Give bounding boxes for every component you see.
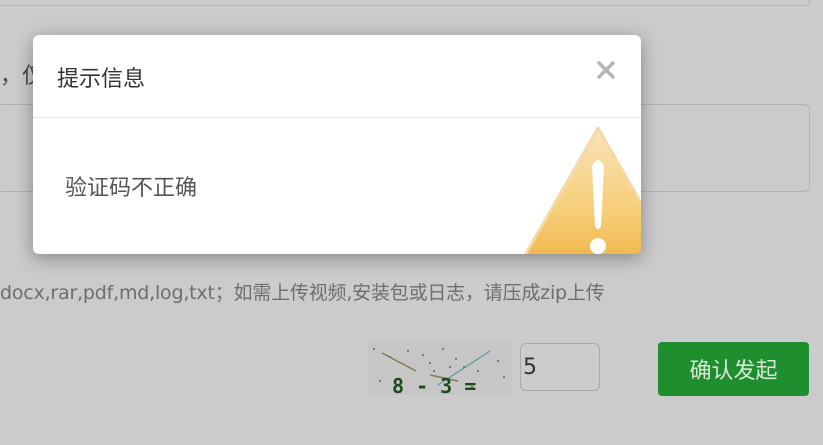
close-icon[interactable] (593, 57, 619, 83)
warning-triangle-icon (513, 126, 641, 254)
upload-hint-text: docx,rar,pdf,md,log,txt；如需上传视频,安装包或日志，请压… (0, 282, 605, 304)
dialog-header: 提示信息 (33, 35, 641, 118)
captcha-input[interactable] (520, 343, 600, 391)
dialog-title: 提示信息 (57, 67, 146, 92)
page: ，仅 docx,rar,pdf,md,log,txt；如需上传视频,安装包或日志… (0, 0, 823, 445)
captcha-text: 8 - 3 = (392, 374, 476, 395)
captcha-image[interactable]: 8 - 3 = (368, 341, 512, 398)
submit-button[interactable]: 确认发起 (658, 342, 809, 396)
alert-dialog: 提示信息 验证码不正确 (33, 35, 641, 254)
dialog-body: 验证码不正确 (33, 118, 641, 254)
top-input-field[interactable] (0, 0, 810, 6)
dialog-message: 验证码不正确 (65, 176, 198, 201)
